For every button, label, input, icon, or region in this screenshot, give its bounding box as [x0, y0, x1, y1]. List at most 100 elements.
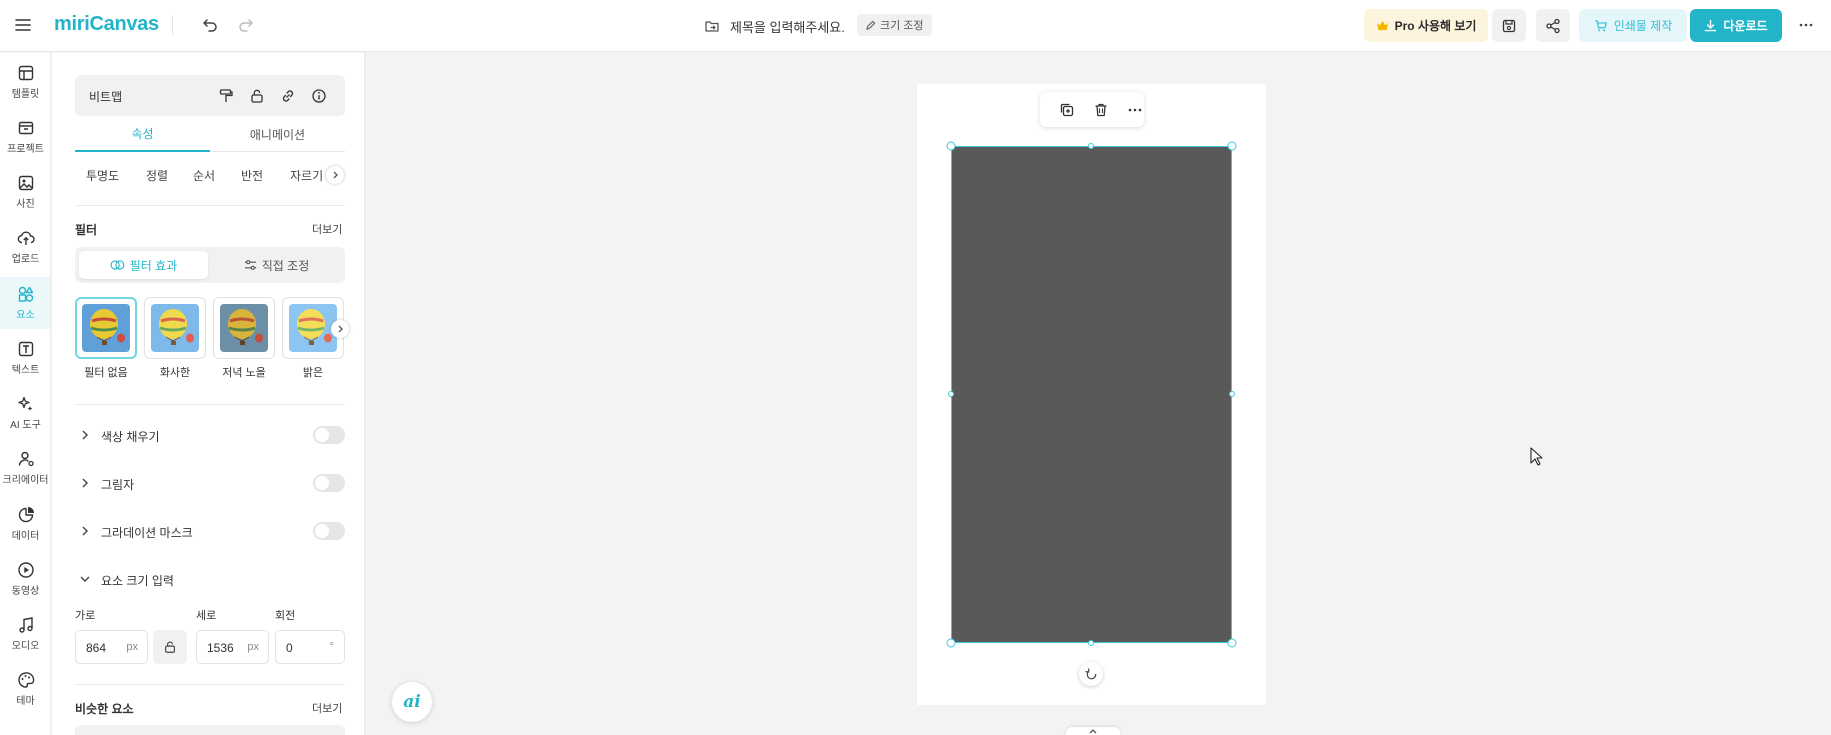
subtab-align[interactable]: 정렬: [146, 167, 168, 184]
chevron-right-icon[interactable]: [331, 320, 349, 338]
upload-icon: [17, 231, 35, 245]
subtab-flip[interactable]: 반전: [241, 167, 263, 184]
more-icon[interactable]: [1124, 99, 1146, 121]
document-title[interactable]: 제목을 입력해주세요.: [704, 13, 845, 39]
direct-adjust-tab[interactable]: 직접 조정: [212, 251, 341, 279]
rail-item-audio[interactable]: 오디오: [0, 608, 50, 660]
divider: [172, 15, 173, 35]
rotation-label: 회전: [275, 610, 296, 622]
rail-item-projects[interactable]: 프로젝트: [0, 111, 50, 163]
chevron-right-icon[interactable]: [326, 166, 344, 184]
gradient-mask-row[interactable]: 그라데이션 마스크: [75, 519, 345, 543]
rail-item-elements[interactable]: 요소: [0, 277, 50, 329]
resize-handle[interactable]: [948, 391, 954, 397]
rail-item-photos[interactable]: 사진: [0, 166, 50, 218]
shadow-row[interactable]: 그림자: [75, 471, 345, 495]
filter-effect-tab[interactable]: 필터 효과: [79, 251, 208, 279]
gradient-mask-toggle[interactable]: [313, 522, 345, 540]
height-label: 세로: [196, 610, 217, 622]
rail-item-theme[interactable]: 테마: [0, 663, 50, 715]
rail-item-pattern[interactable]: [0, 718, 50, 735]
info-icon[interactable]: [308, 85, 330, 107]
color-fill-row[interactable]: 색상 채우기: [75, 423, 345, 447]
page-panel-toggle[interactable]: [1066, 727, 1120, 735]
direct-adjust-label: 직접 조정: [261, 258, 310, 273]
subtab-order[interactable]: 순서: [193, 167, 215, 184]
redo-icon[interactable]: [228, 7, 264, 43]
rail-label: 테마: [16, 696, 35, 707]
overlap-circles-icon: [110, 260, 125, 270]
chevron-up-icon: [1089, 729, 1097, 734]
tab-properties[interactable]: 속성: [75, 116, 210, 152]
folder-move-icon: [705, 21, 719, 32]
resize-button[interactable]: 크기 조정: [857, 14, 932, 36]
selected-bitmap-element[interactable]: [951, 146, 1232, 643]
resize-handle[interactable]: [1227, 141, 1237, 151]
duplicate-icon[interactable]: [1056, 99, 1078, 121]
filter-preset-label: 화사한: [159, 367, 191, 379]
color-fill-toggle[interactable]: [313, 426, 345, 444]
share-button[interactable]: [1536, 9, 1570, 42]
rail-label: 요소: [16, 310, 35, 321]
filter-preset-sunset[interactable]: [213, 297, 275, 359]
subtab-opacity[interactable]: 투명도: [86, 167, 119, 184]
shapes-icon: [18, 286, 33, 302]
print-order-button[interactable]: 인쇄물 제작: [1579, 9, 1687, 42]
layout-icon: [18, 65, 33, 81]
width-field[interactable]: 864 px: [75, 630, 148, 664]
similar-elements-more-link[interactable]: 더보기: [312, 700, 342, 716]
resize-handle[interactable]: [1088, 640, 1094, 646]
resize-handle[interactable]: [1229, 391, 1235, 397]
sliders-icon: [244, 260, 256, 270]
subtab-crop[interactable]: 자르기: [290, 167, 323, 184]
filter-preset-bright[interactable]: [144, 297, 206, 359]
properties-panel: 비트맵 속성 애니메이션 투명도 정렬 순서 반전 자르기 필터 더보기 필터: [52, 53, 365, 735]
tab-animation[interactable]: 애니메이션: [210, 116, 345, 152]
save-button[interactable]: [1492, 9, 1526, 42]
resize-label: 크기 조정: [880, 20, 924, 32]
more-options-icon[interactable]: [1788, 7, 1824, 43]
trash-icon[interactable]: [1090, 99, 1112, 121]
shadow-toggle[interactable]: [313, 474, 345, 492]
paint-roller-icon[interactable]: [215, 85, 237, 107]
resize-handle[interactable]: [946, 638, 956, 648]
chevron-right-icon: [82, 478, 88, 488]
menu-icon[interactable]: [5, 7, 41, 43]
resize-handle[interactable]: [946, 141, 956, 151]
sparkle-icon: [17, 396, 32, 411]
height-field[interactable]: 1536 px: [196, 630, 269, 664]
resize-handle[interactable]: [1088, 143, 1094, 149]
ai-assistant-label: ai: [403, 692, 421, 712]
pro-trial-button[interactable]: Pro 사용해 보기: [1364, 9, 1488, 42]
rail-item-ai-tools[interactable]: AI 도구: [0, 387, 50, 439]
rail-item-text[interactable]: 텍스트: [0, 332, 50, 384]
rail-item-upload[interactable]: 업로드: [0, 221, 50, 273]
rail-item-video[interactable]: 동영상: [0, 553, 50, 605]
lock-icon[interactable]: [246, 85, 268, 107]
ai-assistant-button[interactable]: ai: [392, 682, 432, 722]
link-icon[interactable]: [277, 85, 299, 107]
aspect-lock-button[interactable]: [153, 630, 187, 664]
app-logo[interactable]: miriCanvas: [54, 13, 159, 36]
resize-handle[interactable]: [1227, 638, 1237, 648]
width-unit: px: [126, 641, 138, 653]
rail-item-data[interactable]: 데이터: [0, 498, 50, 550]
document-title-text[interactable]: 제목을 입력해주세요.: [730, 17, 845, 36]
rotate-handle-icon[interactable]: [1079, 662, 1103, 686]
download-button[interactable]: 다운로드: [1690, 9, 1782, 42]
rotation-field[interactable]: 0 °: [275, 630, 345, 664]
crown-icon: [1376, 20, 1388, 31]
shadow-label: 그림자: [101, 478, 135, 492]
undo-icon[interactable]: [192, 7, 228, 43]
music-icon: [18, 617, 33, 633]
text-icon: [18, 341, 33, 357]
rail-item-creators[interactable]: 크리에이터: [0, 442, 50, 494]
size-input-row[interactable]: 요소 크기 입력: [75, 567, 345, 591]
similar-elements-list[interactable]: [75, 725, 345, 735]
filter-preset-none[interactable]: [75, 297, 137, 359]
element-toolbar: [1040, 92, 1144, 127]
filter-preset-label: 저녁 노을: [222, 367, 266, 379]
similar-elements-title: 비슷한 요소: [75, 702, 134, 716]
rail-item-templates[interactable]: 템플릿: [0, 56, 50, 108]
filter-more-link[interactable]: 더보기: [312, 221, 342, 237]
